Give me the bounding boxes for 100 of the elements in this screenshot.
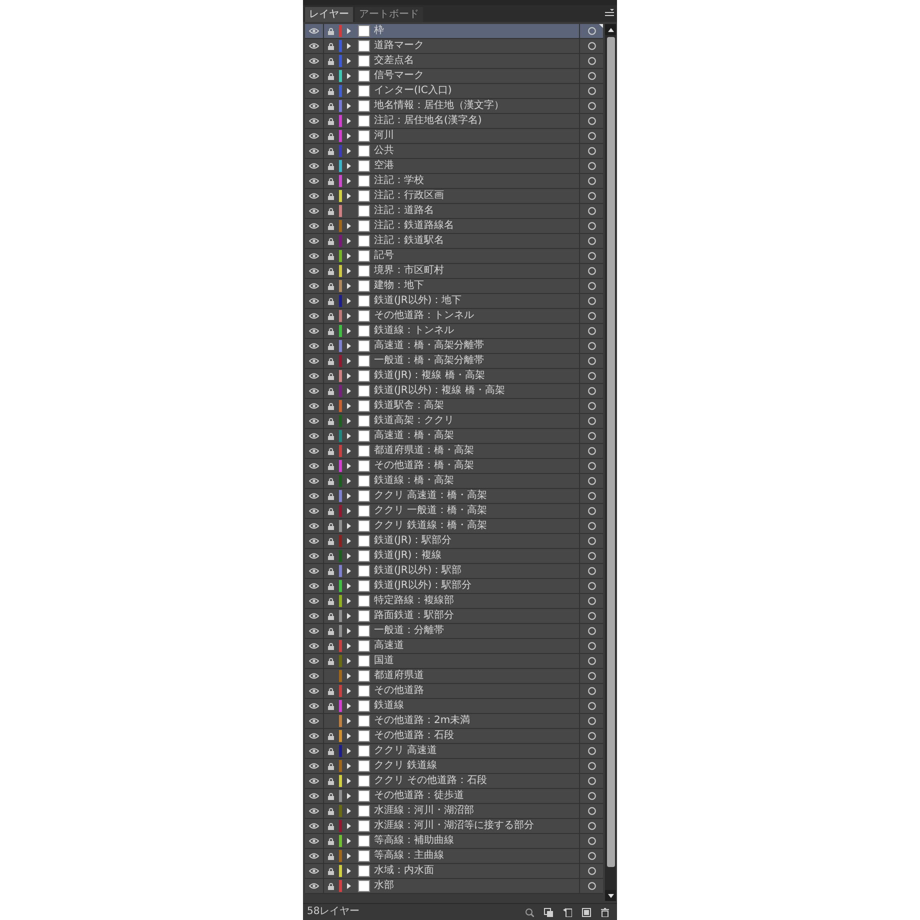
lock-icon[interactable] [328, 88, 334, 94]
layer-row[interactable]: 注記：鉄道駅名 [305, 234, 603, 249]
layer-row[interactable]: 地名情報：居住地（漢文字） [305, 99, 603, 114]
lock-icon[interactable] [328, 522, 334, 530]
layer-row[interactable]: その他道路：トンネル [305, 309, 603, 324]
layer-row[interactable]: 水部 [305, 879, 603, 894]
target-circle-icon[interactable] [588, 687, 596, 695]
expand-triangle-icon[interactable] [347, 403, 351, 409]
expand-triangle-icon[interactable] [347, 118, 351, 124]
target-circle-icon[interactable] [588, 867, 596, 875]
lock-icon[interactable] [328, 118, 334, 124]
lock-icon[interactable] [328, 358, 334, 364]
target-circle-icon[interactable] [588, 357, 596, 365]
layer-row[interactable]: 路面鉄道：駅部分 [305, 609, 603, 624]
layer-row[interactable]: 記号 [305, 249, 603, 264]
eye-icon[interactable] [309, 793, 319, 799]
layer-row[interactable]: 公共 [305, 144, 603, 159]
layer-row[interactable]: 水涯線：河川・湖沼等に接する部分 [305, 819, 603, 834]
target-circle-icon[interactable] [588, 432, 596, 440]
target-circle-icon[interactable] [588, 207, 596, 215]
eye-icon[interactable] [309, 808, 319, 814]
expand-triangle-icon[interactable] [347, 853, 351, 859]
expand-triangle-icon[interactable] [347, 73, 351, 79]
target-circle-icon[interactable] [588, 282, 596, 290]
expand-triangle-icon[interactable] [347, 838, 351, 844]
layer-row[interactable]: 鉄道(JR以外)：複線 橋・高架 [305, 384, 603, 399]
lock-icon[interactable] [328, 822, 334, 830]
target-circle-icon[interactable] [588, 507, 596, 515]
lock-icon[interactable] [328, 808, 334, 814]
expand-triangle-icon[interactable] [347, 538, 351, 544]
lock-icon[interactable] [328, 448, 334, 454]
sublayer-icon[interactable] [563, 908, 572, 916]
eye-icon[interactable] [309, 478, 319, 484]
lock-icon[interactable] [328, 162, 334, 170]
target-circle-icon[interactable] [588, 642, 596, 650]
scroll-thumb[interactable] [606, 37, 614, 867]
expand-triangle-icon[interactable] [347, 388, 351, 394]
eye-icon[interactable] [309, 703, 319, 709]
expand-triangle-icon[interactable] [347, 793, 351, 799]
lock-icon[interactable] [328, 282, 334, 290]
eye-icon[interactable] [309, 883, 319, 889]
lock-icon[interactable] [328, 852, 334, 860]
target-circle-icon[interactable] [588, 342, 596, 350]
layer-row[interactable]: 都道府県道 [305, 669, 603, 684]
lock-icon[interactable] [328, 312, 334, 320]
eye-icon[interactable] [309, 328, 319, 334]
target-circle-icon[interactable] [588, 312, 596, 320]
eye-icon[interactable] [309, 253, 319, 259]
target-circle-icon[interactable] [588, 492, 596, 500]
expand-triangle-icon[interactable] [347, 763, 351, 769]
eye-icon[interactable] [309, 163, 319, 169]
target-circle-icon[interactable] [588, 522, 596, 530]
lock-icon[interactable] [328, 598, 334, 604]
lock-icon[interactable] [328, 748, 334, 754]
layer-row[interactable]: 信号マーク [305, 69, 603, 84]
target-circle-icon[interactable] [588, 147, 596, 155]
eye-icon[interactable] [309, 538, 319, 544]
target-circle-icon[interactable] [588, 807, 596, 815]
expand-triangle-icon[interactable] [347, 283, 351, 289]
lock-icon[interactable] [328, 58, 334, 64]
eye-icon[interactable] [309, 343, 319, 349]
layer-row[interactable]: 水域：内水面 [305, 864, 603, 879]
layer-row[interactable]: 鉄道(JR以外)：地下 [305, 294, 603, 309]
eye-icon[interactable] [309, 58, 319, 64]
expand-triangle-icon[interactable] [347, 613, 351, 619]
lock-icon[interactable] [328, 132, 334, 140]
lock-icon[interactable] [328, 462, 334, 470]
lock-icon[interactable] [328, 492, 334, 500]
eye-icon[interactable] [309, 568, 319, 574]
eye-icon[interactable] [309, 193, 319, 199]
eye-icon[interactable] [309, 658, 319, 664]
lock-icon[interactable] [328, 72, 334, 80]
eye-icon[interactable] [309, 313, 319, 319]
expand-triangle-icon[interactable] [347, 178, 351, 184]
eye-icon[interactable] [309, 208, 319, 214]
expand-triangle-icon[interactable] [347, 238, 351, 244]
target-circle-icon[interactable] [588, 477, 596, 485]
expand-triangle-icon[interactable] [347, 223, 351, 229]
target-circle-icon[interactable] [588, 87, 596, 95]
expand-triangle-icon[interactable] [347, 28, 351, 34]
lock-icon[interactable] [328, 388, 334, 394]
eye-icon[interactable] [309, 43, 319, 49]
lock-icon[interactable] [328, 582, 334, 590]
layer-row[interactable]: 国道 [305, 654, 603, 669]
layer-row[interactable]: その他道路：石段 [305, 729, 603, 744]
expand-triangle-icon[interactable] [347, 328, 351, 334]
eye-icon[interactable] [309, 598, 319, 604]
layer-row[interactable]: 道路マーク [305, 39, 603, 54]
expand-triangle-icon[interactable] [347, 88, 351, 94]
expand-triangle-icon[interactable] [347, 193, 351, 199]
target-circle-icon[interactable] [588, 762, 596, 770]
layer-row[interactable]: 鉄道線：トンネル [305, 324, 603, 339]
target-circle-icon[interactable] [588, 102, 596, 110]
lock-icon[interactable] [328, 268, 334, 274]
target-circle-icon[interactable] [588, 627, 596, 635]
layer-row[interactable]: 注記：学校 [305, 174, 603, 189]
expand-triangle-icon[interactable] [347, 268, 351, 274]
target-circle-icon[interactable] [588, 327, 596, 335]
layer-row[interactable]: 一般道：橋・高架分離帯 [305, 354, 603, 369]
lock-icon[interactable] [328, 252, 334, 260]
